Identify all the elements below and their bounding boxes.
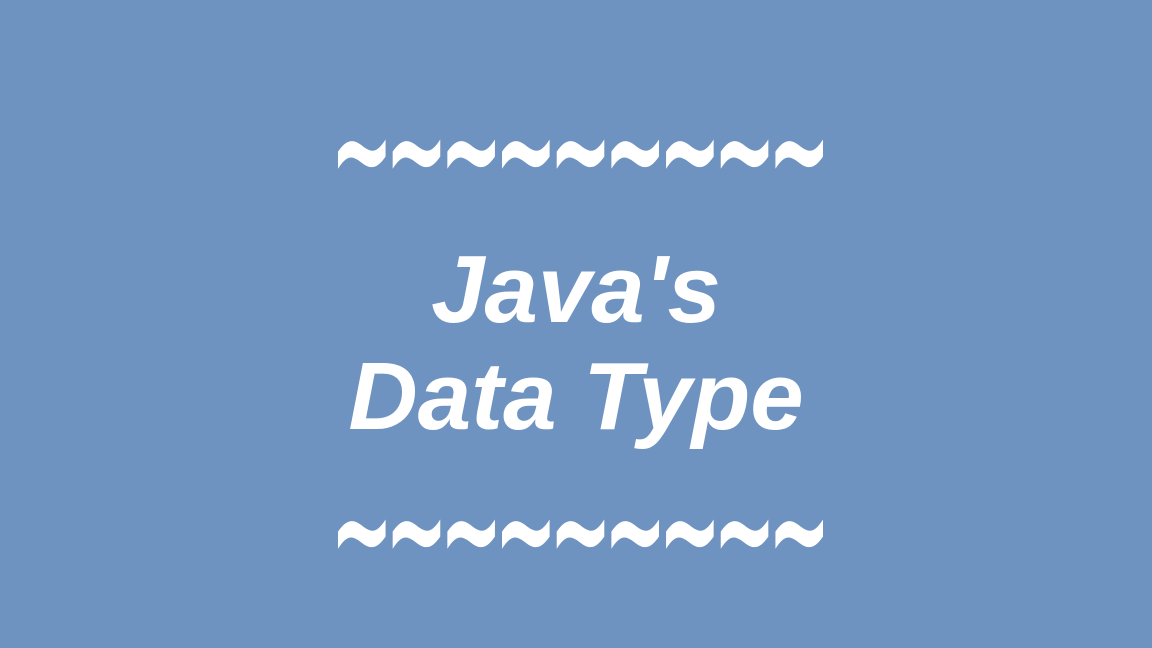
bottom-tilde-decoration: ~~~~~~~~~ [329,444,831,614]
top-tilde-decoration: ~~~~~~~~~ [329,64,831,234]
title-line-1: Java's [431,236,721,343]
slide-title: Java's Data Type [0,236,1152,450]
title-line-2: Data Type [348,343,804,450]
